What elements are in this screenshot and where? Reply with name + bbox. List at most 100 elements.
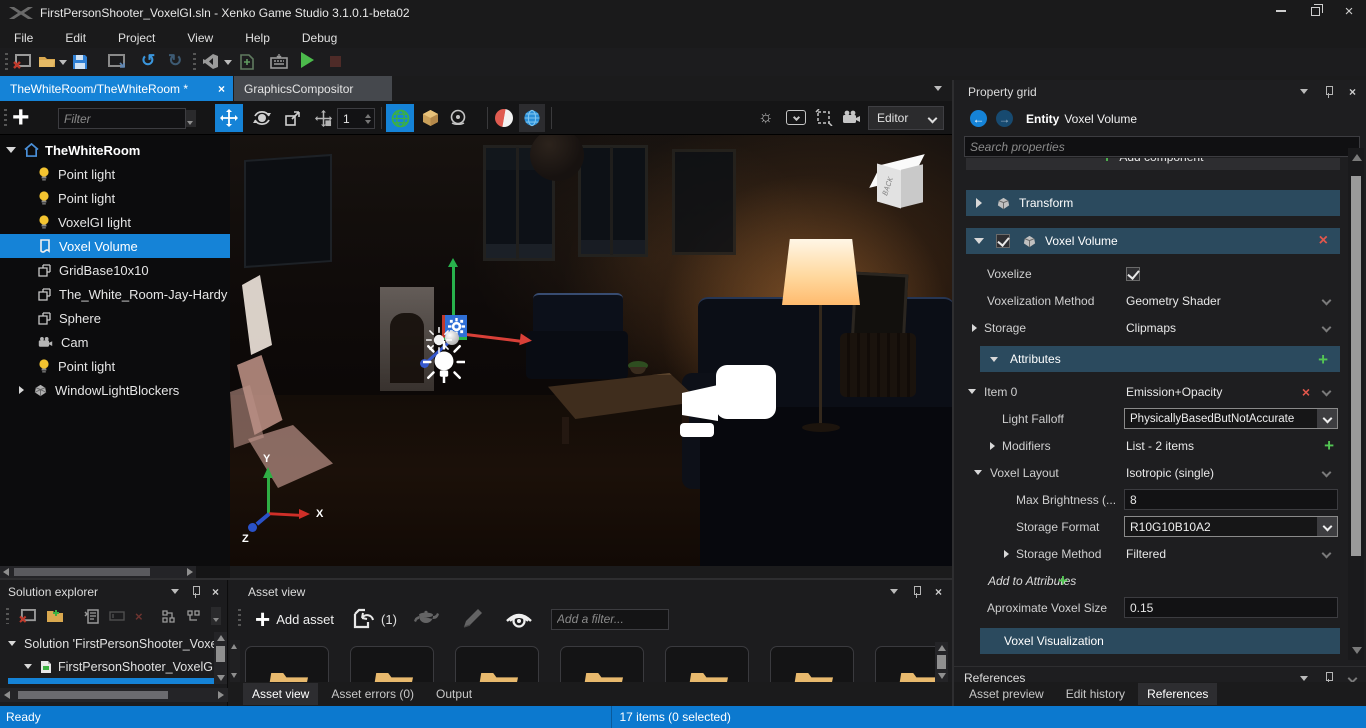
add-folder-icon[interactable] xyxy=(46,609,64,623)
remove-component-icon[interactable]: × xyxy=(1319,233,1328,249)
tree-row-cam[interactable]: Cam xyxy=(0,330,230,354)
open-dropdown-caret[interactable] xyxy=(59,60,67,65)
asset-tile[interactable] xyxy=(770,646,854,682)
add-entity-button[interactable]: + xyxy=(12,102,30,134)
tree-row-root[interactable]: TheWhiteRoom xyxy=(0,138,230,162)
new-project-icon[interactable] xyxy=(19,609,36,623)
close-panel-icon[interactable]: × xyxy=(1349,85,1356,99)
tree-row-gridbase[interactable]: GridBase10x10 xyxy=(0,258,230,282)
reload-assemblies-icon[interactable] xyxy=(240,54,254,70)
vs-dropdown-caret[interactable] xyxy=(224,60,232,65)
teapot-icon[interactable] xyxy=(413,610,439,628)
view-cube[interactable]: BACK xyxy=(875,151,927,213)
gizmo-axis-y-tip[interactable] xyxy=(448,258,458,267)
component-enabled-checkbox[interactable] xyxy=(996,234,1010,248)
tree-row-point-light-3[interactable]: Point light xyxy=(0,354,230,378)
add-to-attributes-icon[interactable]: + xyxy=(1058,572,1068,589)
undo-icon[interactable]: ↺ xyxy=(141,51,155,71)
scene-tree-hscrollbar[interactable] xyxy=(0,566,196,578)
tab-asset-preview[interactable]: Asset preview xyxy=(960,683,1053,705)
tree-row-point-light-2[interactable]: Point light xyxy=(0,186,230,210)
asset-tile[interactable] xyxy=(245,646,329,682)
nav-back-button[interactable]: ← xyxy=(970,110,987,127)
visual-studio-icon[interactable] xyxy=(202,53,219,70)
tab-references[interactable]: References xyxy=(1138,683,1217,705)
voxelize-checkbox[interactable] xyxy=(1126,267,1140,281)
collapse-all-icon[interactable] xyxy=(186,609,201,624)
rename-icon[interactable] xyxy=(109,610,125,622)
tree-row-point-light-1[interactable]: Point light xyxy=(0,162,230,186)
screenspace-effects-icon[interactable] xyxy=(786,110,806,125)
expander-icon[interactable] xyxy=(990,442,995,450)
add-component-row[interactable]: + Add component xyxy=(966,158,1340,170)
build-icon[interactable] xyxy=(270,54,288,69)
asset-tile[interactable] xyxy=(560,646,644,682)
tree-row-voxel-volume[interactable]: Voxel Volume xyxy=(0,234,230,258)
property-grid-scrollbar[interactable] xyxy=(1348,148,1364,660)
orientation-gizmo[interactable]: Y X Z xyxy=(240,455,350,555)
edit-asset-icon[interactable] xyxy=(461,608,483,630)
asset-filter-input[interactable] xyxy=(551,609,669,630)
minimize-button[interactable] xyxy=(1264,0,1298,22)
material-mode-icon[interactable] xyxy=(495,109,513,127)
restore-button[interactable] xyxy=(1298,0,1332,22)
light-falloff-dropdown[interactable]: PhysicallyBasedButNotAccurate xyxy=(1124,408,1338,429)
asset-tile[interactable] xyxy=(875,646,935,682)
properties-icon[interactable] xyxy=(84,609,99,624)
tree-row-sphere[interactable]: Sphere xyxy=(0,306,230,330)
scale-tool-button[interactable] xyxy=(279,104,307,132)
lighting-toggle-icon[interactable]: ☼ xyxy=(758,107,774,127)
export-window-icon[interactable] xyxy=(108,54,126,69)
tab-overflow-caret[interactable] xyxy=(934,86,942,91)
fallback-cube-button[interactable] xyxy=(417,104,443,132)
expander-icon[interactable] xyxy=(19,386,24,394)
tree-row-windowlightblockers[interactable]: WindowLightBlockers xyxy=(0,378,230,402)
add-attribute-icon[interactable]: + xyxy=(1318,351,1328,368)
remove-item-icon[interactable]: × xyxy=(1302,385,1310,399)
menu-debug[interactable]: Debug xyxy=(286,31,353,45)
add-modifier-icon[interactable]: + xyxy=(1324,437,1334,454)
tab-close-icon[interactable]: × xyxy=(210,82,233,96)
dropdown-chevron-icon[interactable] xyxy=(1322,387,1332,397)
camera-bounds-icon[interactable] xyxy=(815,109,833,126)
export-pending-icon[interactable] xyxy=(352,608,376,630)
solution-root-row[interactable]: Solution 'FirstPersonShooter_VoxelGI' xyxy=(0,632,227,655)
asset-tile[interactable] xyxy=(665,646,749,682)
expander-icon[interactable] xyxy=(1004,550,1009,558)
move-tool-button[interactable] xyxy=(215,104,243,132)
expander-icon[interactable] xyxy=(972,324,977,332)
toolbar-overflow-grip[interactable] xyxy=(211,607,221,625)
tab-output[interactable]: Output xyxy=(427,683,481,705)
expander-icon[interactable] xyxy=(974,470,982,475)
section-voxel-visualization[interactable]: Voxel Visualization xyxy=(980,628,1340,654)
menu-file[interactable]: File xyxy=(0,31,49,45)
dropdown-chevron-icon[interactable] xyxy=(1322,323,1332,333)
tree-row-whiteroom-model[interactable]: The_White_Room-Jay-Hardy xyxy=(0,282,230,306)
voxel-grid-toggle-button[interactable] xyxy=(386,104,414,132)
filter-options-grip[interactable] xyxy=(186,110,196,127)
property-search-input[interactable] xyxy=(964,136,1360,157)
gizmo-axis-x[interactable] xyxy=(466,333,522,343)
panel-menu-caret[interactable] xyxy=(890,589,898,594)
dropdown-chevron-icon[interactable] xyxy=(1322,296,1332,306)
dropdown-chevron-icon[interactable] xyxy=(1322,549,1332,559)
render-mode-globe-button[interactable] xyxy=(519,104,545,132)
asset-vscrollbar[interactable] xyxy=(935,642,948,682)
solution-project-row[interactable]: FirstPersonShooter_VoxelGI.Gar xyxy=(0,655,227,678)
section-transform[interactable]: Transform xyxy=(966,190,1340,216)
play-icon[interactable] xyxy=(301,52,314,68)
pin-icon[interactable] xyxy=(1324,672,1333,682)
pin-icon[interactable] xyxy=(191,586,200,598)
navigation-visual-button[interactable] xyxy=(445,104,471,132)
pin-icon[interactable] xyxy=(912,586,921,598)
add-asset-label[interactable]: Add asset xyxy=(276,612,334,627)
panel-menu-caret[interactable] xyxy=(171,589,179,594)
snap-move-icon[interactable] xyxy=(310,104,336,132)
solution-vscrollbar[interactable] xyxy=(214,632,227,684)
panel-menu-caret[interactable] xyxy=(1300,89,1308,94)
tab-asset-view[interactable]: Asset view xyxy=(243,683,318,705)
tab-thewhiteroom[interactable]: TheWhiteRoom/TheWhiteRoom * × xyxy=(0,76,233,101)
close-panel-icon[interactable]: × xyxy=(935,585,942,599)
tab-edit-history[interactable]: Edit history xyxy=(1057,683,1134,705)
section-voxel-volume[interactable]: Voxel Volume × xyxy=(966,228,1340,254)
